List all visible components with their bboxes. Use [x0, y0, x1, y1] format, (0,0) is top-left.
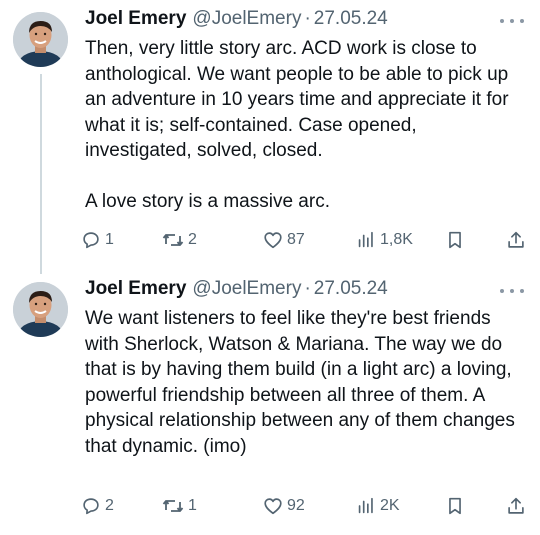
- views-count: 1,8K: [380, 231, 413, 248]
- separator-dot: ·: [304, 278, 311, 299]
- avatar[interactable]: [13, 12, 68, 67]
- tweet-date[interactable]: 27.05.24: [314, 278, 388, 300]
- reply-button[interactable]: 2: [80, 494, 114, 518]
- views-count: 2K: [380, 497, 400, 514]
- share-button[interactable]: [505, 494, 527, 518]
- tweet-header: Joel Emery @JoelEmery · 27.05.24: [85, 278, 388, 304]
- repost-button[interactable]: 2: [161, 228, 197, 252]
- thread-connector-line: [40, 74, 42, 274]
- author-handle[interactable]: @JoelEmery: [192, 8, 301, 30]
- like-count: 87: [287, 231, 305, 248]
- tweet-text: We want listeners to feel like they're b…: [85, 306, 525, 459]
- tweet-actions: 2 1 92 2K: [80, 494, 530, 518]
- repost-button[interactable]: 1: [161, 494, 197, 518]
- repost-count: 1: [188, 497, 197, 514]
- author-name[interactable]: Joel Emery: [85, 278, 186, 300]
- tweet-text: Then, very little story arc. ACD work is…: [85, 36, 525, 215]
- bookmark-button[interactable]: [444, 228, 466, 252]
- bookmark-icon: [444, 229, 466, 251]
- like-button[interactable]: 92: [262, 494, 305, 518]
- reply-button[interactable]: 1: [80, 228, 114, 252]
- bookmark-icon: [444, 495, 466, 517]
- bookmark-button[interactable]: [444, 494, 466, 518]
- views-button[interactable]: 2K: [355, 494, 400, 518]
- tweet-actions: 1 2 87 1,8K: [80, 228, 530, 252]
- repost-count: 2: [188, 231, 197, 248]
- author-handle[interactable]: @JoelEmery: [192, 278, 301, 300]
- bar-chart-icon: [355, 229, 377, 251]
- tweet-paragraph: We want listeners to feel like they're b…: [85, 308, 515, 457]
- like-count: 92: [287, 497, 305, 514]
- share-upload-icon: [505, 229, 527, 251]
- heart-icon: [262, 229, 284, 251]
- tweet-date[interactable]: 27.05.24: [314, 8, 388, 30]
- reply-count: 1: [105, 231, 114, 248]
- more-dots-icon[interactable]: [500, 284, 524, 298]
- avatar[interactable]: [13, 282, 68, 337]
- share-button[interactable]: [505, 228, 527, 252]
- repost-arrows-icon: [161, 229, 185, 251]
- speech-bubble-icon: [80, 495, 102, 517]
- tweet-header: Joel Emery @JoelEmery · 27.05.24: [85, 8, 388, 34]
- heart-icon: [262, 495, 284, 517]
- share-upload-icon: [505, 495, 527, 517]
- tweet-paragraph: Then, very little story arc. ACD work is…: [85, 38, 509, 161]
- like-button[interactable]: 87: [262, 228, 305, 252]
- views-button[interactable]: 1,8K: [355, 228, 413, 252]
- separator-dot: ·: [304, 8, 311, 29]
- bar-chart-icon: [355, 495, 377, 517]
- more-dots-icon[interactable]: [500, 14, 524, 28]
- repost-arrows-icon: [161, 495, 185, 517]
- reply-count: 2: [105, 497, 114, 514]
- speech-bubble-icon: [80, 229, 102, 251]
- tweet-paragraph: A love story is a massive arc.: [85, 191, 330, 212]
- author-name[interactable]: Joel Emery: [85, 8, 186, 30]
